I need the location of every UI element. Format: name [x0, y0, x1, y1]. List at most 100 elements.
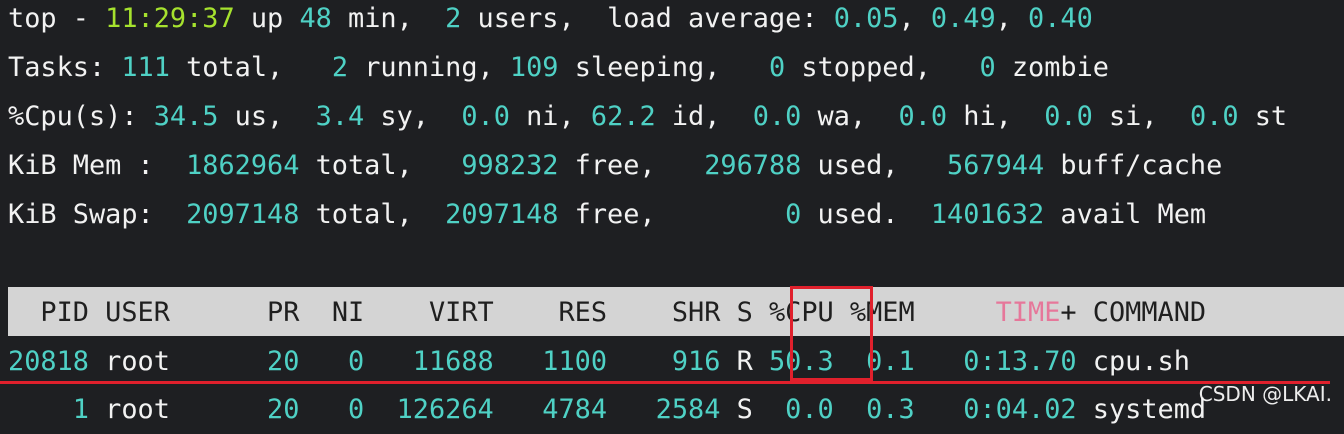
cpu-wa-label: wa,	[801, 101, 899, 132]
row-shr: 2584	[607, 394, 721, 425]
col-time: TIME	[995, 297, 1061, 328]
cpu-line: %Cpu(s): 34.5 us, 3.4 sy, 0.0 ni, 62.2 i…	[8, 92, 1287, 141]
tasks-running: 2	[331, 52, 349, 83]
tasks-zombie-label: zombie	[995, 52, 1109, 83]
cpu-sy-label: sy,	[364, 101, 462, 132]
table-row: 20818 root 20 0 11688 1100 916 R 50.3 0.…	[8, 337, 1190, 386]
tasks-sleeping-label: sleeping,	[558, 52, 769, 83]
row-mem: 0.3	[833, 394, 915, 425]
tasks-stopped: 0	[768, 52, 786, 83]
col-shr: SHR	[607, 297, 721, 328]
col-ni: NI	[299, 297, 365, 328]
swap-avail-label: avail Mem	[1044, 199, 1207, 230]
cpu-id-label: id,	[655, 101, 753, 132]
table-row: 1 root 20 0 126264 4784 2584 S 0.0 0.3 0…	[8, 385, 1206, 434]
cpu-wa: 0.0	[752, 101, 802, 132]
cpu-hi: 0.0	[898, 101, 948, 132]
col-pid: PID	[8, 297, 89, 328]
cpu-label: %Cpu(s):	[8, 101, 154, 132]
row-pr: 20	[250, 394, 300, 425]
mem-total-label: total,	[299, 150, 462, 181]
mem-buff: 567944	[947, 150, 1045, 181]
row-res: 4784	[493, 394, 608, 425]
row-pid: 1	[8, 394, 89, 425]
watermark: CSDN @LKAI.	[1198, 382, 1332, 406]
row-user: root	[88, 346, 251, 377]
row-shr: 916	[607, 346, 721, 377]
tasks-sleeping: 109	[509, 52, 559, 83]
row-res: 1100	[493, 346, 608, 377]
row-ni: 0	[299, 346, 365, 377]
cpu-sy: 3.4	[315, 101, 365, 132]
swap-free: 2097148	[445, 199, 559, 230]
row-virt: 11688	[364, 346, 494, 377]
mem-line: KiB Mem : 1862964 total, 998232 free, 29…	[8, 141, 1222, 190]
tasks-total-label: total,	[169, 52, 332, 83]
mem-free-label: free,	[558, 150, 705, 181]
tasks-line: Tasks: 111 total, 2 running, 109 sleepin…	[8, 43, 1109, 92]
tasks-total: 111	[121, 52, 170, 83]
swap-total: 2097148	[186, 199, 300, 230]
load-avg-5: 0.49	[930, 3, 996, 34]
table-header: PID USER PR NI VIRT RES SHR S %CPU %MEM …	[8, 288, 1206, 337]
row-time: 0:13.70	[914, 346, 1077, 377]
row-cpu: 0.0	[752, 394, 834, 425]
swap-free-label: free,	[558, 199, 786, 230]
cpu-si: 0.0	[1044, 101, 1093, 132]
uptime-minutes: 48	[299, 3, 332, 34]
current-time: 11:29:37	[105, 3, 235, 34]
col-user: USER	[88, 297, 251, 328]
swap-used-label: used.	[801, 199, 931, 230]
cpu-id: 62.2	[590, 101, 656, 132]
col-pr: PR	[250, 297, 300, 328]
cpu-ni: 0.0	[461, 101, 510, 132]
row-virt: 126264	[364, 394, 494, 425]
col-res: RES	[493, 297, 608, 328]
col-time-plus: +	[1060, 297, 1077, 328]
load-sep-2: ,	[995, 3, 1029, 34]
col-s: S	[720, 297, 753, 328]
row-state: S	[720, 394, 753, 425]
user-count: 2	[445, 3, 462, 34]
tasks-zombie: 0	[979, 52, 996, 83]
cpu-us-label: us,	[218, 101, 316, 132]
uptime-line: top - 11:29:37 up 48 min, 2 users, load …	[8, 0, 1093, 43]
top-prefix: top -	[8, 3, 106, 34]
cpu-hi-label: hi,	[947, 101, 1045, 132]
row-state: R	[720, 346, 753, 377]
row-user: root	[88, 394, 251, 425]
row-command: cpu.sh	[1076, 346, 1190, 377]
col-time-pad	[915, 297, 996, 328]
users-label: users, load average:	[461, 3, 834, 34]
cpu-st-label: st	[1238, 101, 1288, 132]
cpu-us: 34.5	[153, 101, 219, 132]
row-pid: 20818	[8, 346, 89, 377]
swap-used: 0	[785, 199, 802, 230]
row-underline	[0, 381, 1330, 384]
load-avg-1: 0.05	[833, 3, 899, 34]
load-avg-15: 0.40	[1028, 3, 1093, 34]
cpu-highlight-box	[790, 286, 873, 381]
tasks-label: Tasks:	[8, 52, 122, 83]
swap-label: KiB Swap:	[8, 199, 187, 230]
cpu-si-label: si,	[1092, 101, 1190, 132]
load-sep-1: ,	[898, 3, 931, 34]
min-label: min,	[331, 3, 446, 34]
cpu-st: 0.0	[1189, 101, 1239, 132]
mem-used: 296788	[704, 150, 802, 181]
swap-line: KiB Swap: 2097148 total, 2097148 free, 0…	[8, 190, 1206, 239]
mem-total: 1862964	[186, 150, 300, 181]
row-pr: 20	[250, 346, 300, 377]
col-command: COMMAND	[1076, 297, 1207, 328]
mem-used-label: used,	[801, 150, 948, 181]
tasks-running-label: running,	[348, 52, 510, 83]
swap-total-label: total,	[299, 199, 446, 230]
swap-avail: 1401632	[930, 199, 1045, 230]
col-virt: VIRT	[364, 297, 494, 328]
row-time: 0:04.02	[914, 394, 1077, 425]
mem-label: KiB Mem :	[8, 150, 187, 181]
row-ni: 0	[299, 394, 365, 425]
tasks-stopped-label: stopped,	[785, 52, 980, 83]
mem-buff-label: buff/cache	[1044, 150, 1223, 181]
row-command: systemd	[1076, 394, 1207, 425]
